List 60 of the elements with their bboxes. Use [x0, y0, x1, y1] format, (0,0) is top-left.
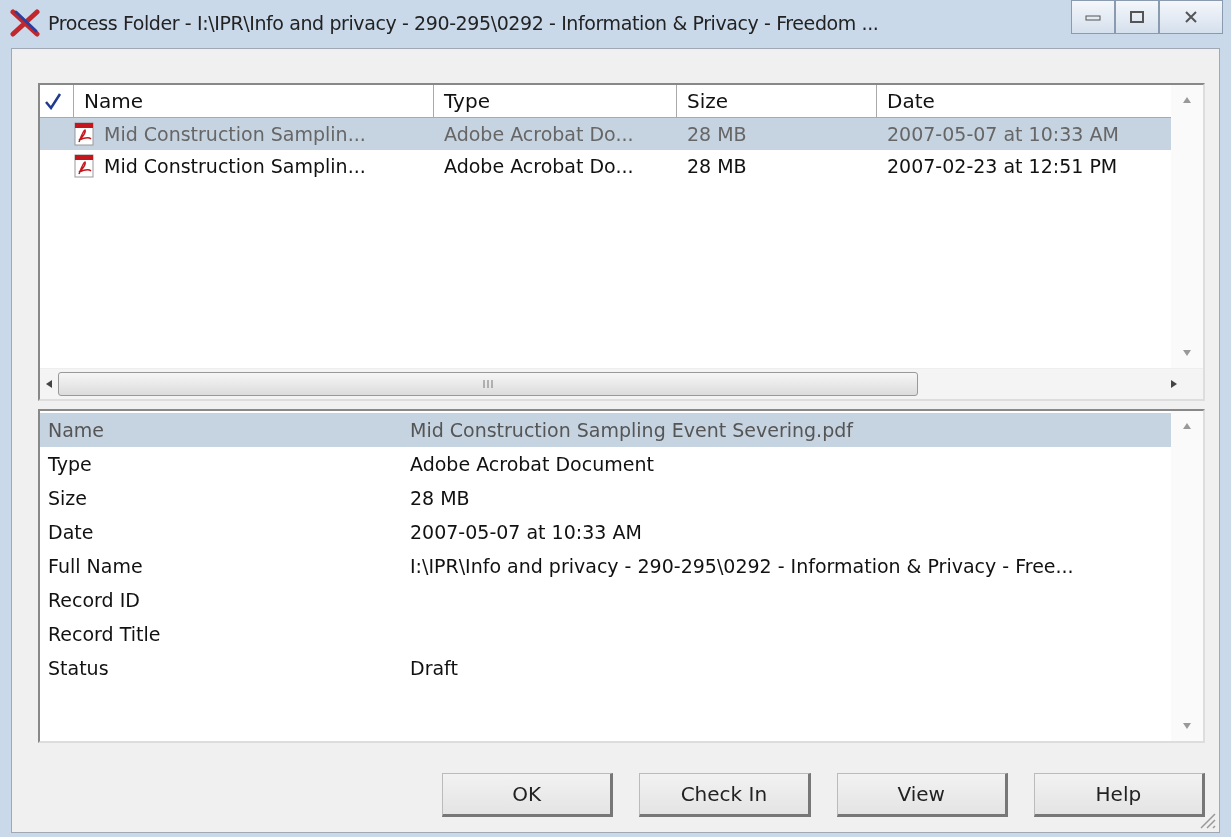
property-row[interactable]: Date 2007-05-07 at 10:33 AM: [40, 515, 1171, 549]
file-name: Mid Construction Samplin...: [104, 155, 366, 177]
file-row[interactable]: Mid Construction Samplin... Adobe Acrobat Do... 28 MB 2007-05-07 at 10:33 AM: [40, 118, 1171, 150]
checkmark-icon: [44, 92, 62, 110]
close-icon: [1183, 10, 1199, 24]
property-value: I:\IPR\Info and privacy - 290-295\0292 - Information & Privacy - Free...: [410, 555, 1074, 577]
property-value: Mid Construction Sampling Event Severing.pdf: [410, 419, 853, 441]
minimize-icon: [1085, 12, 1101, 22]
property-row[interactable]: Status Draft: [40, 651, 1171, 685]
property-row[interactable]: Record Title: [40, 617, 1171, 651]
file-type: Adobe Acrobat Do...: [443, 123, 635, 145]
property-row[interactable]: Name Mid Construction Sampling Event Severing.pdf: [40, 413, 1171, 447]
property-value: Draft: [410, 657, 458, 679]
property-value: Adobe Acrobat Document: [410, 453, 654, 475]
property-value: 2007-05-07 at 10:33 AM: [410, 521, 642, 543]
property-label: Name: [48, 419, 106, 441]
pdf-icon: [74, 122, 96, 146]
property-row[interactable]: Size 28 MB: [40, 481, 1171, 515]
dialog-button[interactable]: Check In: [639, 773, 811, 817]
file-type: Adobe Acrobat Do...: [443, 155, 635, 177]
window-title: Process Folder - I:\IPR\Info and privacy - 290-295\0292 - Information & Privacy - Freedom ...: [48, 12, 879, 34]
scroll-down-icon[interactable]: [1183, 350, 1191, 356]
pdf-icon: [74, 154, 96, 178]
scroll-thumb[interactable]: [58, 372, 918, 396]
vertical-scrollbar[interactable]: [1171, 411, 1203, 741]
cross-icon: [10, 9, 40, 37]
property-row[interactable]: Record ID: [40, 583, 1171, 617]
property-label: Record ID: [48, 589, 141, 611]
close-button[interactable]: [1159, 0, 1223, 34]
scroll-up-icon[interactable]: [1183, 97, 1191, 103]
property-value: 28 MB: [410, 487, 470, 509]
column-header[interactable]: Name: [74, 85, 434, 117]
dialog-button[interactable]: OK: [442, 773, 614, 817]
file-size: 28 MB: [686, 155, 748, 177]
maximize-button[interactable]: [1115, 0, 1159, 34]
file-row[interactable]: Mid Construction Samplin... Adobe Acrobat Do... 28 MB 2007-02-23 at 12:51 PM: [40, 150, 1171, 182]
column-header[interactable]: Size: [677, 85, 877, 117]
column-header[interactable]: Date: [877, 85, 1171, 117]
property-row[interactable]: Full Name I:\IPR\Info and privacy - 290-295\0292 - Information & Privacy - Free...: [40, 549, 1171, 583]
vertical-scrollbar[interactable]: [1171, 85, 1203, 368]
property-label: Record Title: [48, 623, 162, 645]
property-label: Full Name: [48, 555, 144, 577]
property-label: Date: [48, 521, 95, 543]
property-label: Size: [48, 487, 88, 509]
file-size: 28 MB: [686, 123, 748, 145]
dialog-button[interactable]: View: [836, 773, 1008, 817]
file-name: Mid Construction Samplin...: [104, 123, 366, 145]
file-date: 2007-05-07 at 10:33 AM: [886, 123, 1120, 145]
scroll-up-icon[interactable]: [1183, 423, 1191, 429]
file-date: 2007-02-23 at 12:51 PM: [886, 155, 1119, 177]
scroll-left-icon[interactable]: [46, 380, 52, 388]
property-label: Status: [48, 657, 110, 679]
column-header[interactable]: Type: [434, 85, 677, 117]
property-label: Type: [48, 453, 93, 475]
property-row[interactable]: Type Adobe Acrobat Document: [40, 447, 1171, 481]
dialog-button[interactable]: Help: [1033, 773, 1205, 817]
scroll-down-icon[interactable]: [1183, 723, 1191, 729]
scroll-right-icon[interactable]: [1171, 380, 1177, 388]
horizontal-scrollbar[interactable]: [40, 368, 1203, 399]
maximize-icon: [1129, 10, 1145, 24]
